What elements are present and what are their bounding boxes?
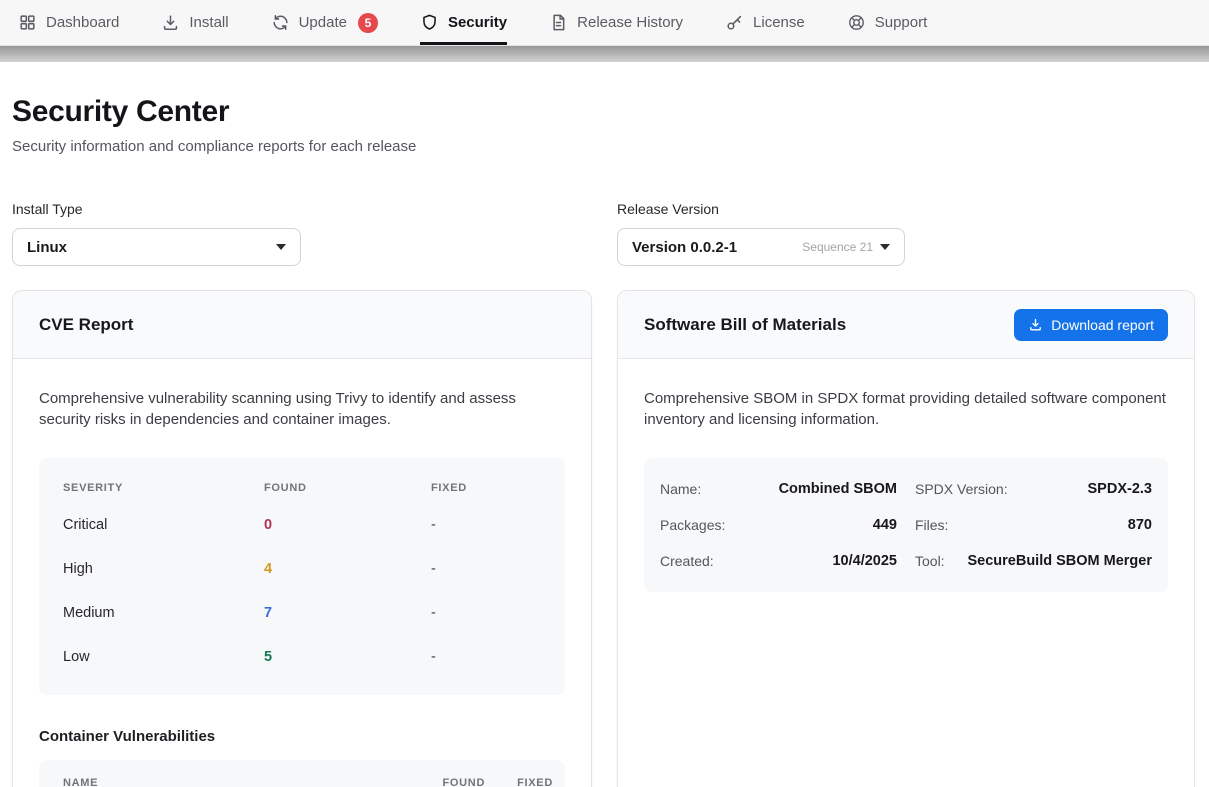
cve-card-header: CVE Report xyxy=(13,291,591,359)
chevron-down-icon xyxy=(276,244,286,250)
severity-table: SEVERITY FOUND FIXED Critical 0 - High 4… xyxy=(39,458,565,695)
nav-tab-update[interactable]: Update 5 xyxy=(271,0,378,45)
container-vulnerabilities-title: Container Vulnerabilities xyxy=(39,728,565,745)
sbom-created-label: Created: xyxy=(660,553,714,569)
chevron-down-icon xyxy=(880,244,890,250)
nav-tab-license[interactable]: License xyxy=(725,0,805,45)
sbom-files-value: 870 xyxy=(1128,517,1152,533)
nav-tab-label: Security xyxy=(448,14,507,31)
severity-name: High xyxy=(63,561,264,577)
shield-icon xyxy=(420,13,439,32)
grid-icon xyxy=(18,13,37,32)
top-navigation: Dashboard Install Update 5 Security xyxy=(0,0,1209,46)
sbom-card-title: Software Bill of Materials xyxy=(644,315,846,335)
fixed-col-header: FIXED xyxy=(431,482,541,494)
download-icon xyxy=(1028,317,1043,332)
cve-card-description: Comprehensive vulnerability scanning usi… xyxy=(39,388,564,431)
page-title: Security Center xyxy=(12,95,1197,129)
table-row: Medium 7 - xyxy=(63,591,541,635)
nav-tab-support[interactable]: Support xyxy=(847,0,928,45)
release-sequence-text: Sequence 21 xyxy=(802,240,873,254)
install-type-select[interactable]: Linux xyxy=(12,228,301,266)
table-row: High 4 - xyxy=(63,547,541,591)
release-version-value: Version 0.0.2-1 xyxy=(632,239,737,256)
nav-tab-dashboard[interactable]: Dashboard xyxy=(18,0,119,45)
severity-fixed-count: - xyxy=(431,649,541,665)
sbom-name-value: Combined SBOM xyxy=(779,481,897,497)
install-type-value: Linux xyxy=(27,239,67,256)
table-row: Created: 10/4/2025 Tool: SecureBuild SBO… xyxy=(660,543,1152,579)
nav-tab-label: Support xyxy=(875,14,928,31)
sbom-tool-value: SecureBuild SBOM Merger xyxy=(967,553,1152,569)
download-report-button[interactable]: Download report xyxy=(1014,309,1168,341)
nav-tab-release-history[interactable]: Release History xyxy=(549,0,683,45)
severity-found-count: 4 xyxy=(264,561,431,577)
severity-name: Critical xyxy=(63,517,264,533)
sbom-files-label: Files: xyxy=(915,517,948,533)
release-version-label: Release Version xyxy=(617,201,1195,217)
key-icon xyxy=(725,13,744,32)
severity-fixed-count: - xyxy=(431,561,541,577)
severity-found-count: 0 xyxy=(264,517,431,533)
table-row: Packages: 449 Files: 870 xyxy=(660,507,1152,543)
install-type-label: Install Type xyxy=(12,201,592,217)
table-row: Low 5 - xyxy=(63,635,541,679)
sbom-packages-value: 449 xyxy=(873,517,897,533)
name-col-header: NAME xyxy=(63,777,442,787)
found-col-header: FOUND xyxy=(264,482,431,494)
sbom-tool-label: Tool: xyxy=(915,553,945,569)
severity-fixed-count: - xyxy=(431,605,541,621)
sbom-card-description: Comprehensive SBOM in SPDX format provid… xyxy=(644,388,1168,431)
update-count-badge: 5 xyxy=(358,13,378,33)
release-version-select[interactable]: Version 0.0.2-1 Sequence 21 xyxy=(617,228,905,266)
nav-tab-label: Update xyxy=(299,14,347,31)
container-vulnerabilities-table-header: NAME FOUND FIXED xyxy=(39,760,565,787)
severity-table-header: SEVERITY FOUND FIXED xyxy=(63,473,541,503)
document-icon xyxy=(549,13,568,32)
severity-name: Medium xyxy=(63,605,264,621)
sbom-name-label: Name: xyxy=(660,481,701,497)
severity-fixed-count: - xyxy=(431,517,541,533)
nav-tab-label: Install xyxy=(189,14,228,31)
filters-row: Install Type Linux Release Version Versi… xyxy=(12,201,1197,266)
severity-name: Low xyxy=(63,649,264,665)
table-row: Name: Combined SBOM SPDX Version: SPDX-2… xyxy=(660,471,1152,507)
nav-tab-security[interactable]: Security xyxy=(420,0,507,45)
sbom-packages-label: Packages: xyxy=(660,517,725,533)
severity-col-header: SEVERITY xyxy=(63,482,264,494)
sbom-info-panel: Name: Combined SBOM SPDX Version: SPDX-2… xyxy=(644,458,1168,592)
lifebuoy-icon xyxy=(847,13,866,32)
fixed-col-header: FIXED xyxy=(517,777,553,787)
nav-tab-label: Dashboard xyxy=(46,14,119,31)
severity-found-count: 7 xyxy=(264,605,431,621)
table-row: Critical 0 - xyxy=(63,503,541,547)
sbom-card: Software Bill of Materials Download repo… xyxy=(617,290,1195,787)
sbom-spdx-version-value: SPDX-2.3 xyxy=(1088,481,1152,497)
nav-tab-install[interactable]: Install xyxy=(161,0,228,45)
found-col-header: FOUND xyxy=(442,777,485,787)
sbom-created-value: 10/4/2025 xyxy=(832,553,897,569)
severity-found-count: 5 xyxy=(264,649,431,665)
refresh-icon xyxy=(271,13,290,32)
cve-card-title: CVE Report xyxy=(39,315,133,335)
header-divider-band xyxy=(0,46,1209,62)
download-icon xyxy=(161,13,180,32)
download-report-label: Download report xyxy=(1051,317,1154,333)
page-subtitle: Security information and compliance repo… xyxy=(12,138,1197,155)
sbom-card-header: Software Bill of Materials Download repo… xyxy=(618,291,1194,359)
sbom-spdx-version-label: SPDX Version: xyxy=(915,481,1008,497)
nav-tab-label: Release History xyxy=(577,14,683,31)
nav-tab-label: License xyxy=(753,14,805,31)
cve-report-card: CVE Report Comprehensive vulnerability s… xyxy=(12,290,592,787)
